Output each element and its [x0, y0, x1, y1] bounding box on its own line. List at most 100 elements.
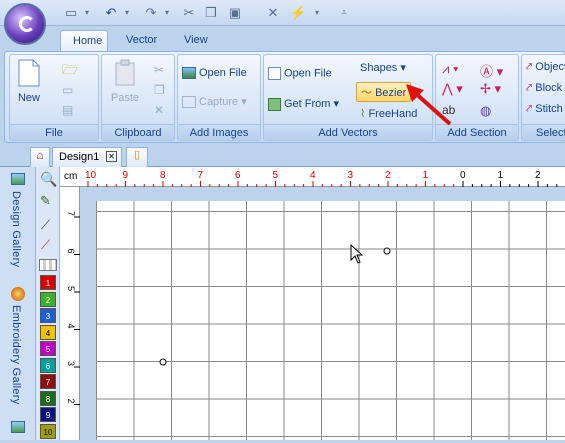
ribbon-tabs: Home Vector View [0, 26, 565, 52]
select-object-button[interactable]: ⤤ Object [526, 61, 565, 74]
vertical-ruler-ticks: 7 6 5 4 3 2 [66, 211, 80, 405]
tab-home[interactable]: Home [60, 30, 108, 52]
edit-icon[interactable]: ✎ [40, 193, 51, 209]
dropdown-icon[interactable]: ▾ [312, 4, 322, 21]
design-gallery-icon[interactable] [11, 173, 25, 185]
tab-view[interactable]: View [172, 30, 220, 52]
select-stitch-button[interactable]: ⤤ Stitch [526, 103, 563, 116]
ruler-label: 2 [385, 170, 391, 181]
gallery-sidebar: Design Gallery Embroidery Gallery [0, 167, 36, 440]
bezier-point[interactable] [383, 247, 391, 255]
image-icon [182, 67, 196, 80]
cut-icon[interactable]: ✂ [182, 4, 196, 21]
pipette-icon[interactable]: ⟋ [41, 237, 50, 253]
stitch-label: Stitch [535, 103, 563, 115]
color-swatch[interactable]: 5 [40, 341, 56, 356]
vector-file-icon [268, 67, 281, 80]
group-clipboard: Paste ✂ ❐ ✕ Clipboard [101, 54, 175, 141]
select-block-button[interactable]: ⤤ Block [526, 82, 562, 95]
home-tab[interactable]: ⌂ [30, 147, 50, 167]
object-label: Object [535, 61, 565, 73]
color-swatch[interactable]: 8 [40, 390, 56, 406]
color-swatch[interactable]: 3 [40, 308, 56, 323]
section-line-icon[interactable]: ⩘ ▾ [442, 61, 458, 77]
eyedropper-icon[interactable]: ⟋ [41, 217, 50, 233]
section-fill-icon[interactable]: Ⓐ ▾ [480, 61, 503, 80]
application-orb[interactable] [4, 3, 46, 45]
document-tab[interactable]: Design1 ✕ [52, 147, 122, 167]
print-icon[interactable]: ▤ [62, 103, 73, 117]
object-icon: ⤤ [526, 61, 533, 73]
group-label: Add Images [178, 124, 260, 140]
color-swatch[interactable]: 6 [40, 357, 56, 373]
bezier-point[interactable] [159, 358, 167, 366]
paste-button[interactable]: Paste [108, 59, 142, 104]
color-swatch[interactable]: 10 [40, 423, 56, 439]
ruler-label: 5 [66, 286, 76, 291]
color-swatch[interactable]: 2 [40, 291, 56, 307]
block-label: Block [535, 82, 563, 94]
delete-icon[interactable]: ✕ [154, 103, 164, 117]
open-folder-icon[interactable]: 🗁 [62, 61, 78, 83]
group-label: File [10, 124, 98, 140]
design-gallery-tab[interactable]: Design Gallery [10, 191, 22, 267]
cut-icon[interactable]: ✂ [154, 63, 164, 77]
canvas-margin-top [80, 187, 565, 201]
save-icon[interactable]: ▭ [64, 4, 78, 21]
embroidery-gallery-tab[interactable]: Embroidery Gallery [10, 305, 22, 405]
embroidery-gallery-icon[interactable] [11, 287, 25, 301]
customize-qat-icon[interactable]: ⩡ [338, 4, 350, 21]
save-icon[interactable]: ▭ [62, 83, 73, 97]
tool-column: 🔍 ✎ ⟋ ⟋ 1 2 3 4 5 6 7 8 9 10 [36, 167, 60, 440]
ruler-label: 4 [66, 324, 76, 329]
picture-gallery-icon[interactable] [11, 421, 25, 433]
annotation-arrow [406, 84, 452, 126]
color-swatch[interactable]: 4 [40, 324, 56, 340]
ruler-label: 3 [66, 361, 76, 366]
mouse-cursor-icon [350, 244, 364, 264]
group-add-images: Open File Capture ▾ Add Images [177, 54, 261, 141]
capture-button[interactable]: Capture ▾ [182, 95, 247, 109]
color-swatch[interactable]: 9 [40, 407, 56, 422]
shapes-button[interactable]: Shapes ▾ [360, 61, 406, 74]
quick-access-toolbar: ▭ ▾ ↶ ▾ ↷ ▾ ✂ ❐ ▣ ✕ ⚡ ▾ ⩡ [0, 0, 565, 26]
get-from-button[interactable]: Get From ▾ [268, 97, 339, 111]
open-image-file-button[interactable]: Open File [182, 67, 247, 80]
new-button[interactable]: New [14, 59, 44, 109]
color-swatch[interactable]: 7 [40, 374, 56, 389]
dropdown-icon[interactable]: ▾ [122, 4, 132, 21]
zoom-icon[interactable]: 🔍 [40, 171, 57, 188]
copy-icon[interactable]: ❐ [204, 4, 218, 21]
design-canvas[interactable]: cm 10 9 8 7 6 5 4 3 2 1 0 1 2 765432 [60, 167, 565, 440]
copy-icon[interactable]: ❐ [154, 83, 165, 97]
lightning-icon[interactable]: ⚡ [290, 4, 306, 21]
close-icon[interactable]: ✕ [106, 151, 117, 162]
tab-vector[interactable]: Vector [114, 30, 169, 52]
canvas-grid [96, 201, 565, 440]
document-tab-label: Design1 [59, 151, 100, 163]
color-swatch[interactable]: 1 [40, 275, 56, 290]
paste-icon[interactable]: ▣ [228, 4, 242, 21]
open-file-label: Open File [284, 67, 332, 80]
redo-icon[interactable]: ↷ [144, 4, 158, 21]
open-file-label: Open File [199, 67, 247, 79]
new-document-tab[interactable]: ▯ [126, 147, 148, 167]
get-from-icon [268, 97, 281, 111]
group-select: ⤤ Object ⤤ Block ⤤ Stitch Select [521, 54, 565, 141]
vertical-ruler: 7 6 5 4 3 2 [60, 187, 80, 440]
block-icon: ⤤ [526, 82, 533, 94]
dropdown-icon[interactable]: ▾ [82, 4, 92, 21]
open-vector-file-button[interactable]: Open File [268, 67, 332, 80]
group-label: Clipboard [102, 124, 174, 140]
ruler-unit: cm [64, 171, 78, 182]
group-file: New 🗁 ▭ ▤ File [9, 54, 99, 141]
close-icon[interactable]: ✕ [266, 4, 280, 21]
freehand-icon: ⌇ [360, 108, 366, 120]
capture-label: Capture [199, 96, 239, 108]
document-tabs: ⌂ Design1 ✕ ▯ [0, 143, 565, 167]
section-star-icon[interactable]: ✢ ▾ [480, 81, 501, 97]
section-applique-icon[interactable]: ◍ [480, 103, 491, 119]
dropdown-icon[interactable]: ▾ [162, 4, 172, 21]
capture-icon [182, 96, 196, 109]
undo-icon[interactable]: ↶ [104, 4, 118, 21]
